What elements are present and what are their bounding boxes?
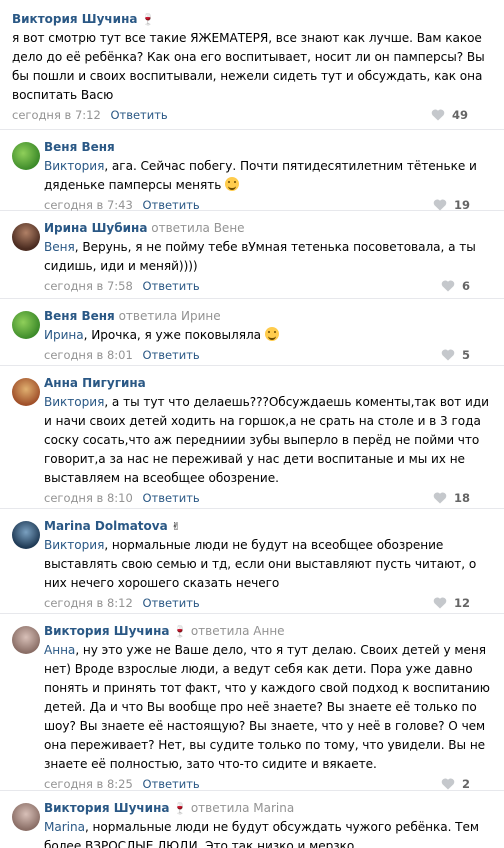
- comment-text: Ирина, Ирочка, я уже поковыляла: [44, 326, 494, 345]
- comment-meta: сегодня в 8:10 Ответить 18: [44, 488, 494, 508]
- comments-feed: Виктория Шучина 🍷 я вот смотрю тут все т…: [0, 0, 504, 848]
- comment-item: Анна Пигугина Виктория, а ты тут что дел…: [0, 366, 504, 509]
- comment-text: Виктория, нормальные люди не будут на вс…: [44, 538, 477, 590]
- avatar[interactable]: [12, 142, 40, 170]
- reply-button[interactable]: Ответить: [142, 348, 199, 362]
- comment-author[interactable]: Marina Dolmatova: [44, 519, 168, 533]
- reply-addressee[interactable]: Виктория: [44, 538, 104, 552]
- comment-author[interactable]: Анна Пигугина: [44, 376, 146, 390]
- reply-addressee[interactable]: Веня: [44, 240, 75, 254]
- comment-time[interactable]: сегодня в 7:43: [44, 198, 133, 212]
- heart-icon: [441, 279, 455, 291]
- like-count: 6: [461, 279, 470, 293]
- reply-addressee[interactable]: Анна: [44, 643, 75, 657]
- comment-text: Marina, нормальные люди не будут обсужда…: [44, 820, 479, 848]
- comment-item: Marina Dolmatova ✌ Виктория, нормальные …: [0, 509, 504, 614]
- comment-author[interactable]: Веня Веня: [44, 309, 115, 323]
- comment-text: я вот смотрю тут все такие ЯЖЕМАТЕРЯ, вс…: [12, 31, 485, 102]
- comment-time[interactable]: сегодня в 8:01: [44, 348, 133, 362]
- comment-author[interactable]: Виктория Шучина: [12, 12, 137, 26]
- avatar[interactable]: [12, 311, 40, 339]
- avatar[interactable]: [12, 378, 40, 406]
- comment-item: Виктория Шучина 🍷 ответила Marina Marina…: [0, 791, 504, 848]
- reply-button[interactable]: Ответить: [142, 279, 199, 293]
- reply-button[interactable]: Ответить: [142, 198, 199, 212]
- comment-meta: сегодня в 8:12 Ответить 12: [44, 593, 494, 613]
- comment-author[interactable]: Виктория Шучина: [44, 624, 169, 638]
- comment-item: Виктория Шучина 🍷 ответила Анне Анна, ну…: [0, 614, 504, 791]
- comment-author[interactable]: Веня Веня: [44, 140, 115, 154]
- comment-time[interactable]: сегодня в 8:25: [44, 777, 133, 791]
- comment-author[interactable]: Виктория Шучина: [44, 801, 169, 815]
- heart-icon: [433, 596, 447, 608]
- comment-item: Веня Веня ответила Ирине Ирина, Ирочка, …: [0, 299, 504, 366]
- heart-icon: [441, 777, 455, 789]
- heart-icon: [433, 198, 447, 210]
- reply-button[interactable]: Ответить: [142, 777, 199, 791]
- replied-to: ответила Вене: [151, 221, 245, 235]
- reply-addressee[interactable]: Ирина: [44, 328, 84, 342]
- like-button[interactable]: 5: [441, 345, 470, 365]
- reply-addressee[interactable]: Виктория: [44, 159, 104, 173]
- replied-to: ответила Marina: [190, 801, 295, 815]
- comment-time[interactable]: сегодня в 7:12: [12, 108, 101, 122]
- like-count: 18: [453, 491, 470, 505]
- comment-text: Веня, Верунь, я не пойму тебе вУмная тет…: [44, 240, 476, 273]
- like-count: 49: [451, 108, 468, 122]
- comment-item: Виктория Шучина 🍷 я вот смотрю тут все т…: [0, 0, 504, 130]
- comment-text: Виктория, а ты тут что делаешь???Обсужда…: [44, 395, 489, 485]
- like-count: 2: [461, 777, 470, 791]
- wine-glass-icon: 🍷: [173, 802, 187, 815]
- avatar[interactable]: [12, 803, 40, 831]
- comment-meta: сегодня в 8:01 Ответить 5: [44, 345, 494, 365]
- avatar[interactable]: [12, 521, 40, 549]
- smirk-emoji-icon: [225, 177, 240, 191]
- heart-icon: [431, 108, 445, 120]
- avatar[interactable]: [12, 223, 40, 251]
- comment-time[interactable]: сегодня в 7:58: [44, 279, 133, 293]
- heart-icon: [441, 348, 455, 360]
- replied-to: ответила Анне: [190, 624, 285, 638]
- comment-author[interactable]: Ирина Шубина: [44, 221, 147, 235]
- like-button[interactable]: 49: [431, 105, 468, 125]
- wine-glass-icon: 🍷: [173, 625, 187, 638]
- comment-meta: сегодня в 7:58 Ответить 6: [44, 276, 494, 296]
- comment-text: Виктория, ага. Сейчас побегу. Почти пяти…: [44, 159, 477, 192]
- like-button[interactable]: 18: [433, 488, 470, 508]
- like-button[interactable]: 12: [433, 593, 470, 613]
- heart-icon: [433, 491, 447, 503]
- comment-time[interactable]: сегодня в 8:10: [44, 491, 133, 505]
- comment-time[interactable]: сегодня в 8:12: [44, 596, 133, 610]
- comment-meta: сегодня в 7:12 Ответить 49: [12, 105, 492, 125]
- wine-glass-icon: 🍷: [141, 13, 155, 26]
- like-button[interactable]: 6: [441, 276, 470, 296]
- like-count: 19: [453, 198, 470, 212]
- like-count: 12: [453, 596, 470, 610]
- victory-hand-icon: ✌: [171, 520, 181, 533]
- reply-button[interactable]: Ответить: [142, 596, 199, 610]
- reply-button[interactable]: Ответить: [142, 491, 199, 505]
- comment-text: Анна, ну это уже не Ваше дело, что я тут…: [44, 643, 490, 771]
- reply-addressee[interactable]: Виктория: [44, 395, 104, 409]
- comment-item: Ирина Шубина ответила Вене Веня, Верунь,…: [0, 211, 504, 299]
- reply-addressee[interactable]: Marina: [44, 820, 85, 834]
- reply-button[interactable]: Ответить: [110, 108, 167, 122]
- comment-item: Веня Веня Виктория, ага. Сейчас побегу. …: [0, 130, 504, 212]
- laughing-emoji-icon: [264, 327, 279, 341]
- replied-to: ответила Ирине: [118, 309, 221, 323]
- avatar[interactable]: [12, 626, 40, 654]
- like-count: 5: [461, 348, 470, 362]
